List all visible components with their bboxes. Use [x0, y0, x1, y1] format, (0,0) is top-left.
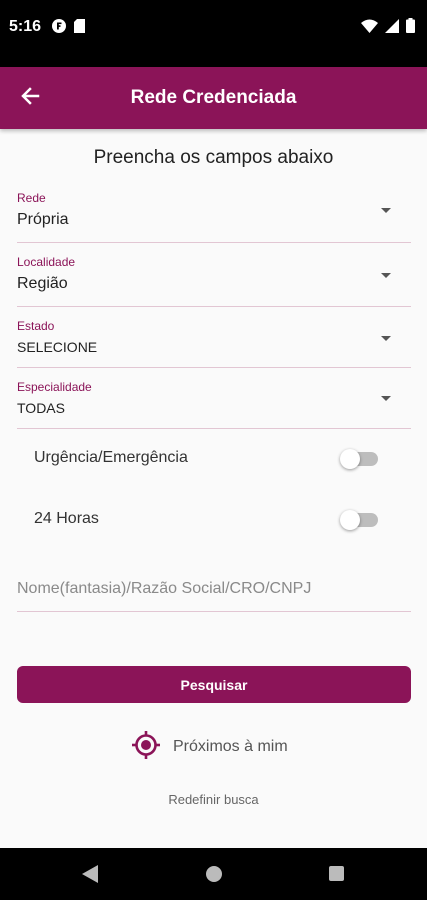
- estado-dropdown[interactable]: Estado SELECIONE: [17, 319, 411, 368]
- especialidade-value: TODAS: [17, 400, 65, 416]
- app-bar: Rede Credenciada: [0, 67, 427, 129]
- app-notification-icon: [52, 19, 66, 38]
- nearby-label: Próximos à mim: [173, 738, 288, 755]
- toggle-thumb: [340, 449, 360, 469]
- estado-label: Estado: [17, 319, 55, 333]
- chevron-down-icon: [381, 273, 391, 278]
- 24-horas-label: 24 Horas: [34, 510, 99, 527]
- urgencia-label: Urgência/Emergência: [34, 449, 188, 466]
- chevron-down-icon: [381, 336, 391, 341]
- 24-horas-toggle-row: 24 Horas: [34, 505, 384, 535]
- status-time: 5:16: [9, 18, 42, 35]
- status-left-icons: [52, 19, 85, 38]
- status-bar: 5:16: [0, 0, 427, 67]
- rede-label: Rede: [17, 191, 46, 205]
- name-search-input[interactable]: [17, 566, 411, 612]
- page-title: Rede Credenciada: [130, 87, 297, 108]
- cellular-signal-icon: [385, 18, 399, 38]
- nav-recents-icon[interactable]: [329, 866, 344, 881]
- toggle-thumb: [340, 510, 360, 530]
- nav-back-icon[interactable]: [82, 865, 98, 888]
- nearby-button[interactable]: Próximos à mim: [131, 730, 288, 765]
- especialidade-label: Especialidade: [17, 380, 92, 394]
- reset-search-link[interactable]: Redefinir busca: [0, 792, 427, 807]
- localidade-label: Localidade: [17, 255, 76, 269]
- form-subtitle: Preencha os campos abaixo: [93, 147, 334, 168]
- 24-horas-toggle[interactable]: [340, 510, 380, 530]
- chevron-down-icon: [381, 208, 391, 213]
- urgencia-toggle-row: Urgência/Emergência: [34, 444, 384, 474]
- location-target-icon: [131, 730, 161, 765]
- rede-value: Própria: [17, 211, 69, 228]
- especialidade-dropdown[interactable]: Especialidade TODAS: [17, 380, 411, 429]
- estado-value: SELECIONE: [17, 339, 98, 355]
- wifi-icon: [361, 19, 378, 38]
- search-button[interactable]: Pesquisar: [17, 666, 411, 703]
- localidade-dropdown[interactable]: Localidade Região: [17, 255, 411, 307]
- rede-dropdown[interactable]: Rede Própria: [17, 191, 411, 243]
- nav-home-icon[interactable]: [206, 866, 222, 882]
- status-right-icons: [361, 18, 415, 38]
- sim-card-icon: [74, 19, 85, 38]
- navigation-bar: [0, 848, 427, 900]
- battery-icon: [406, 18, 415, 38]
- chevron-down-icon: [381, 396, 391, 401]
- localidade-value: Região: [17, 275, 68, 292]
- urgencia-toggle[interactable]: [340, 449, 380, 469]
